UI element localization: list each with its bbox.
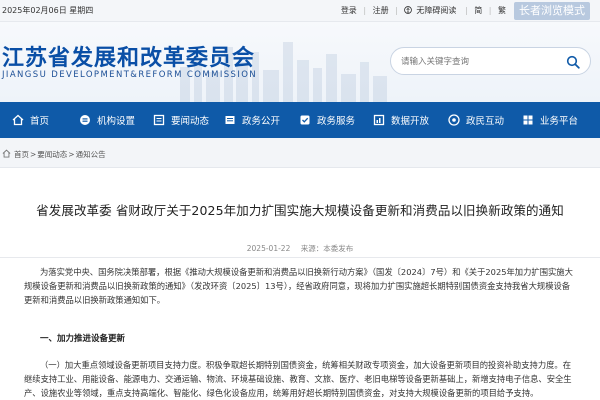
breadcrumb-item[interactable]: 通知公告	[76, 150, 106, 159]
data-icon	[373, 114, 385, 126]
article-meta: 2025-01-22 来源：本委发布	[0, 243, 600, 254]
service-icon	[300, 115, 310, 125]
nav-item-home[interactable]: 首页	[12, 102, 49, 138]
link-separator: |	[464, 6, 468, 15]
nav-label: 政务服务	[317, 116, 356, 127]
login-link[interactable]: 登录	[341, 6, 357, 15]
news-icon	[153, 114, 165, 126]
breadcrumb-item[interactable]: 要闻动态	[37, 150, 67, 159]
breadcrumb-home-icon	[2, 149, 11, 158]
breadcrumb-separator: >	[30, 150, 37, 159]
nav-item-platform[interactable]: 业务平台	[522, 102, 578, 138]
top-links: 登录 | 注册 | 无障碍阅读 | 简 | 繁	[339, 5, 508, 16]
nav-item-data[interactable]: 数据开放	[373, 102, 429, 138]
top-utility-bar: 2025年02月06日 星期四 登录 | 注册 | 无障碍阅读 | 简 | 繁 …	[0, 0, 600, 22]
accessibility-link[interactable]: 无障碍阅读	[404, 5, 458, 16]
nav-item-interaction[interactable]: 政民互动	[448, 102, 504, 138]
nav-item-service[interactable]: 政务服务	[299, 102, 355, 138]
search-box[interactable]	[390, 47, 591, 75]
disclosure-icon	[225, 116, 235, 124]
breadcrumb: 首页>要闻动态>通知公告	[0, 138, 600, 168]
nav-label: 业务平台	[540, 116, 579, 127]
article-source: 来源：本委发布	[300, 244, 354, 253]
link-separator: |	[363, 6, 367, 15]
nav-item-disclosure[interactable]: 政务公开	[224, 102, 280, 138]
link-separator: |	[488, 6, 492, 15]
site-title[interactable]: 江苏省发展和改革委员会	[2, 40, 255, 72]
nav-label: 数据开放	[391, 116, 430, 127]
breadcrumb-separator: >	[68, 150, 75, 159]
elder-mode-button[interactable]: 长者浏览模式	[514, 2, 590, 20]
article-paragraph: 为落实党中央、国务院决策部署，根据《推动大规模设备更新和消费品以旧换新行动方案》…	[24, 267, 573, 306]
nav-label: 政民互动	[466, 116, 505, 127]
site-header: 江苏省发展和改革委员会 JIANGSU DEVELOPMENT&REFORM C…	[0, 22, 600, 102]
register-link[interactable]: 注册	[373, 6, 389, 15]
main-nav: 首页 机构设置 要闻动态 政务公开 政务服务 数据开放 政民互动 业务平台	[0, 102, 600, 138]
title-divider	[0, 257, 600, 258]
nav-item-news[interactable]: 要闻动态	[153, 102, 209, 138]
site-subtitle: JIANGSU DEVELOPMENT&REFORM COMMISSION	[2, 70, 258, 80]
article-date: 2025-01-22	[246, 244, 291, 253]
home-icon	[12, 114, 24, 126]
traditional-link[interactable]: 繁	[498, 6, 506, 15]
nav-label: 首页	[30, 116, 50, 127]
nav-label: 政务公开	[242, 116, 281, 127]
nav-label: 要闻动态	[171, 116, 210, 127]
nav-label: 机构设置	[97, 116, 136, 127]
article-paragraph: （一）加大重点领域设备更新项目支持力度。积极争取超长期特别国债资金，统筹相关财政…	[24, 360, 572, 399]
org-icon	[80, 115, 90, 125]
interaction-icon	[448, 114, 460, 126]
simplified-link[interactable]: 简	[474, 6, 482, 15]
breadcrumb-trail: 首页>要闻动态>通知公告	[14, 149, 107, 160]
nav-item-org[interactable]: 机构设置	[79, 102, 135, 138]
current-date: 2025年02月06日 星期四	[2, 6, 94, 15]
platform-icon	[523, 115, 533, 125]
article-title: 省发展改革委 省财政厅关于2025年加力扩围实施大规模设备更新和消费品以旧换新政…	[36, 203, 564, 218]
section-heading: 一、加力推进设备更新	[40, 334, 126, 344]
breadcrumb-item[interactable]: 首页	[14, 150, 29, 159]
link-separator: |	[395, 6, 398, 15]
search-icon[interactable]	[566, 55, 580, 69]
accessibility-label: 无障碍阅读	[416, 6, 457, 15]
search-input[interactable]	[401, 54, 561, 69]
accessibility-icon	[404, 6, 413, 14]
